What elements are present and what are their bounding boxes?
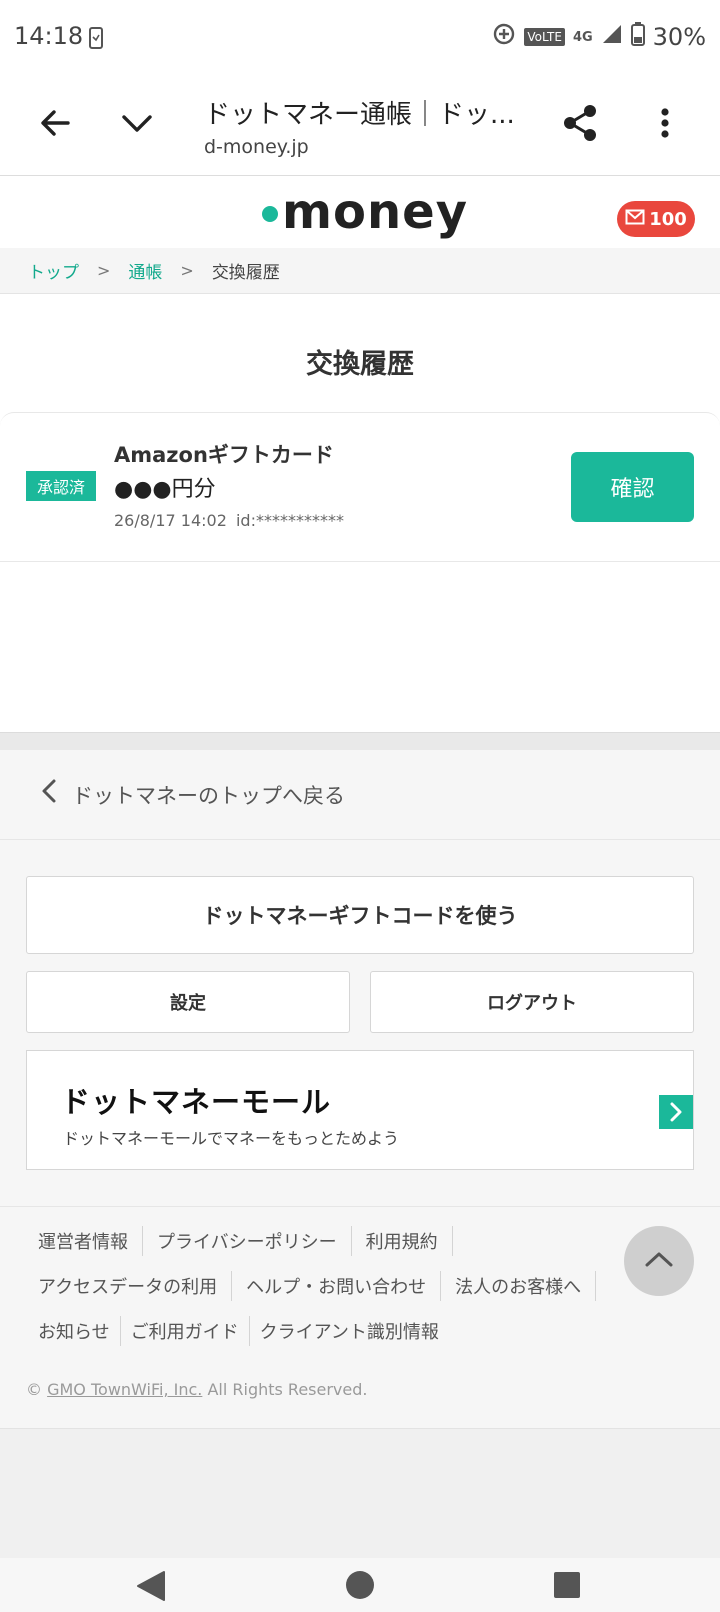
breadcrumb-separator-icon: > xyxy=(97,261,111,280)
section-divider xyxy=(0,732,720,750)
site-logo[interactable]: money xyxy=(262,184,468,240)
footer-link-client-id[interactable]: クライアント識別情報 xyxy=(260,1318,439,1344)
footer-link-business[interactable]: 法人のお客様へ xyxy=(455,1273,581,1299)
footer-link-news[interactable]: お知らせ xyxy=(38,1318,110,1344)
footer-link-divider xyxy=(350,1226,352,1256)
breadcrumb: トップ > 通帳 > 交換履歴 xyxy=(0,248,720,294)
footer-link-divider xyxy=(231,1271,233,1301)
logo-text: money xyxy=(282,184,469,240)
footer-link-divider xyxy=(248,1316,250,1346)
footer-link-privacy[interactable]: プライバシーポリシー xyxy=(157,1228,337,1254)
mail-icon xyxy=(625,209,645,230)
footer-link-divider xyxy=(142,1226,143,1256)
more-vert-icon[interactable] xyxy=(658,106,672,144)
bottom-spacer xyxy=(0,1428,720,1558)
gift-id-label: id: xyxy=(235,511,256,530)
status-bar: 14:18 VoLTE 4G 30% xyxy=(0,0,720,78)
breadcrumb-passbook[interactable]: 通帳 xyxy=(128,258,162,283)
mall-banner[interactable]: ドットマネーモール ドットマネーモールでマネーをもっとためよう xyxy=(26,1050,694,1170)
breadcrumb-separator-icon: > xyxy=(180,261,194,280)
breadcrumb-current: 交換履歴 xyxy=(211,263,280,283)
page-title: 交換履歴 xyxy=(306,349,414,380)
gift-meta: 26/8/17 14:02 id:*********** xyxy=(114,511,344,530)
logout-button[interactable]: ログアウト xyxy=(370,971,694,1033)
mail-count: 100 xyxy=(649,208,687,230)
back-to-top-label: ドットマネーのトップへ戻る xyxy=(72,783,345,808)
settings-button[interactable]: 設定 xyxy=(26,971,350,1033)
signal-icon xyxy=(601,23,623,51)
copyright: © GMO TownWiFi, Inc. All Rights Reserved… xyxy=(26,1380,367,1399)
use-gift-code-button[interactable]: ドットマネーギフトコードを使う xyxy=(26,876,694,954)
footer-links-row-2: アクセスデータの利用 ヘルプ・お問い合わせ 法人のお客様へ xyxy=(38,1271,597,1301)
share-icon[interactable] xyxy=(562,104,598,146)
footer-link-operator[interactable]: 運営者情報 xyxy=(38,1228,128,1254)
gift-datetime: 26/8/17 14:02 xyxy=(114,511,227,530)
footer-link-guide[interactable]: ご利用ガイド xyxy=(131,1318,239,1344)
chevron-down-icon[interactable] xyxy=(120,108,154,142)
footer-link-terms[interactable]: 利用規約 xyxy=(366,1228,438,1254)
tab-title: ドットマネー通帳｜ドッ... xyxy=(204,100,515,130)
status-right-group: VoLTE 4G 30% xyxy=(492,22,706,52)
address-url[interactable]: d-money.jp xyxy=(204,136,309,158)
footer-link-help[interactable]: ヘルプ・お問い合わせ xyxy=(246,1273,426,1299)
data-saver-icon xyxy=(492,22,516,52)
site-header: money 100 xyxy=(0,176,720,248)
copyright-rest: All Rights Reserved. xyxy=(207,1380,368,1399)
status-time: 14:18 xyxy=(14,22,84,50)
confirm-button[interactable]: 確認 xyxy=(571,452,694,522)
battery-percent: 30% xyxy=(652,23,706,51)
nav-back-icon[interactable] xyxy=(136,1570,166,1606)
scroll-to-top-button[interactable] xyxy=(624,1226,694,1296)
mall-subtitle: ドットマネーモールでマネーをもっとためよう xyxy=(63,1129,400,1148)
copyright-symbol: © xyxy=(26,1380,42,1399)
back-to-top-link[interactable]: ドットマネーのトップへ戻る xyxy=(0,750,720,840)
footer-links-row-3: お知らせ ご利用ガイド クライアント識別情報 xyxy=(38,1316,439,1346)
network-type: 4G xyxy=(572,29,593,45)
volte-label: VoLTE xyxy=(524,28,565,46)
battery-icon xyxy=(630,22,645,52)
nav-recents-icon[interactable] xyxy=(553,1571,581,1603)
status-badge: 承認済 xyxy=(26,471,96,501)
gift-name: Amazonギフトカード xyxy=(114,443,334,467)
copyright-company-link[interactable]: GMO TownWiFi, Inc. xyxy=(47,1380,202,1399)
breadcrumb-top[interactable]: トップ xyxy=(28,258,79,283)
footer-link-divider xyxy=(595,1271,597,1301)
chevron-left-icon xyxy=(40,778,58,811)
gift-amount: ●●●円分 xyxy=(114,477,216,502)
history-item: 承認済 Amazonギフトカード ●●●円分 26/8/17 14:02 id:… xyxy=(0,412,720,562)
footer-link-divider xyxy=(440,1271,442,1301)
gift-id-value: *********** xyxy=(255,511,344,530)
browser-toolbar: ドットマネー通帳｜ドッ... d-money.jp xyxy=(0,78,720,176)
mail-button[interactable]: 100 xyxy=(617,201,695,237)
footer-links-row-1: 運営者情報 プライバシーポリシー 利用規約 xyxy=(38,1226,453,1256)
nav-home-icon[interactable] xyxy=(345,1570,375,1604)
footer-link-divider xyxy=(451,1226,453,1256)
phone-status-icon xyxy=(88,26,104,54)
chevron-right-icon xyxy=(659,1095,693,1129)
footer-link-divider xyxy=(119,1316,121,1346)
back-arrow-icon[interactable] xyxy=(38,106,72,144)
system-nav-bar xyxy=(0,1558,720,1612)
chevron-up-icon xyxy=(644,1250,674,1272)
mall-title: ドットマネーモール xyxy=(61,1085,332,1119)
logo-dot-icon xyxy=(262,206,278,222)
footer-link-access-data[interactable]: アクセスデータの利用 xyxy=(38,1273,217,1299)
footer-divider xyxy=(0,1206,720,1207)
